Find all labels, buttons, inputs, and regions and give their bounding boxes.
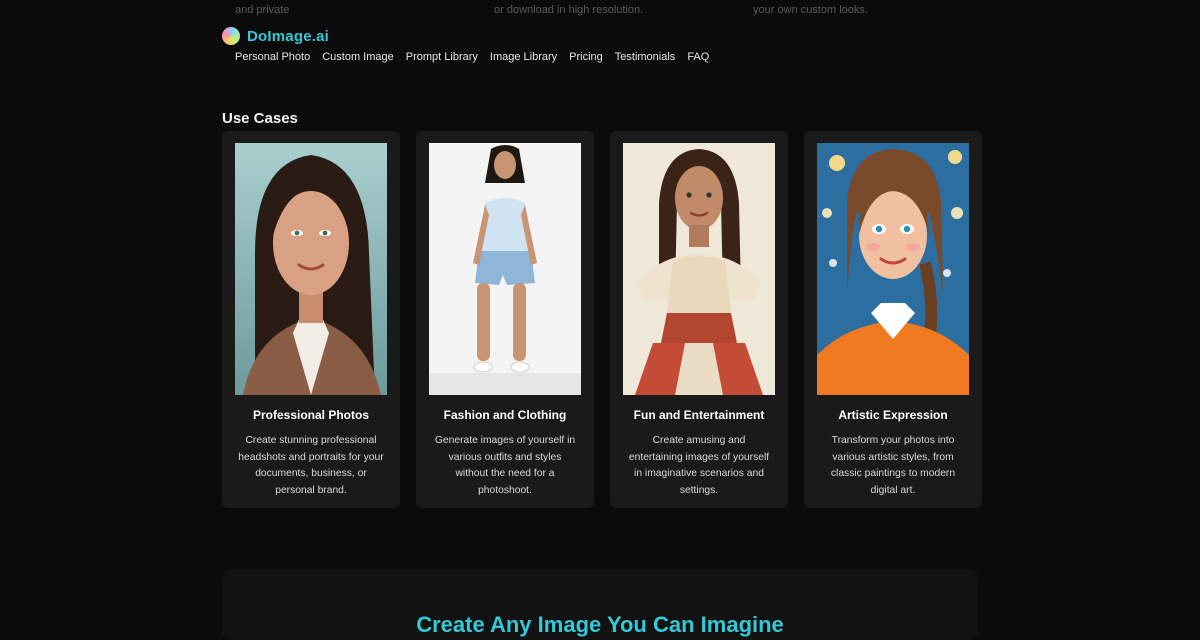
main-nav: Personal Photo Custom Image Prompt Libra… <box>235 51 709 63</box>
nav-custom-image[interactable]: Custom Image <box>322 51 394 63</box>
use-case-card: Fun and Entertainment Create amusing and… <box>610 131 788 508</box>
professional-portrait-image <box>235 143 387 395</box>
use-case-card: Artistic Expression Transform your photo… <box>804 131 982 508</box>
nav-prompt-library[interactable]: Prompt Library <box>406 51 478 63</box>
costume-portrait-image <box>623 143 775 395</box>
nav-personal-photo[interactable]: Personal Photo <box>235 51 310 63</box>
top-fragment-2: or download in high resolution. <box>494 4 644 16</box>
card-description: Create amusing and entertaining images o… <box>628 435 770 496</box>
fashion-model-image <box>429 143 581 395</box>
logo-icon <box>222 27 240 45</box>
card-title: Professional Photos <box>252 408 370 422</box>
card-description: Create stunning professional headshots a… <box>238 435 384 496</box>
use-case-card: Professional Photos Create stunning prof… <box>222 131 400 508</box>
card-title: Fashion and Clothing <box>443 408 567 422</box>
brand-name: DoImage.ai <box>247 27 330 45</box>
artistic-painting-image <box>817 143 969 395</box>
card-description: Transform your photos into various artis… <box>830 435 956 496</box>
logo[interactable]: DoImage.ai <box>222 27 709 45</box>
use-case-cards: Professional Photos Create stunning prof… <box>222 131 982 508</box>
nav-pricing[interactable]: Pricing <box>569 51 603 63</box>
use-case-card: Fashion and Clothing Generate images of … <box>416 131 594 508</box>
section-title: Use Cases <box>222 110 298 127</box>
card-description: Generate images of yourself in various o… <box>434 435 576 496</box>
top-fragment-row: and private or download in high resoluti… <box>222 0 982 20</box>
nav-faq[interactable]: FAQ <box>687 51 709 63</box>
card-title: Fun and Entertainment <box>633 408 765 422</box>
top-fragment-3: your own custom looks. <box>753 4 868 16</box>
top-fragment-1: and private <box>235 4 290 16</box>
card-title: Artistic Expression <box>838 408 948 422</box>
cta-heading: Create Any Image You Can Imagine <box>416 612 784 637</box>
nav-image-library[interactable]: Image Library <box>490 51 557 63</box>
nav-testimonials[interactable]: Testimonials <box>615 51 676 63</box>
site-header: DoImage.ai Personal Photo Custom Image P… <box>222 27 709 63</box>
